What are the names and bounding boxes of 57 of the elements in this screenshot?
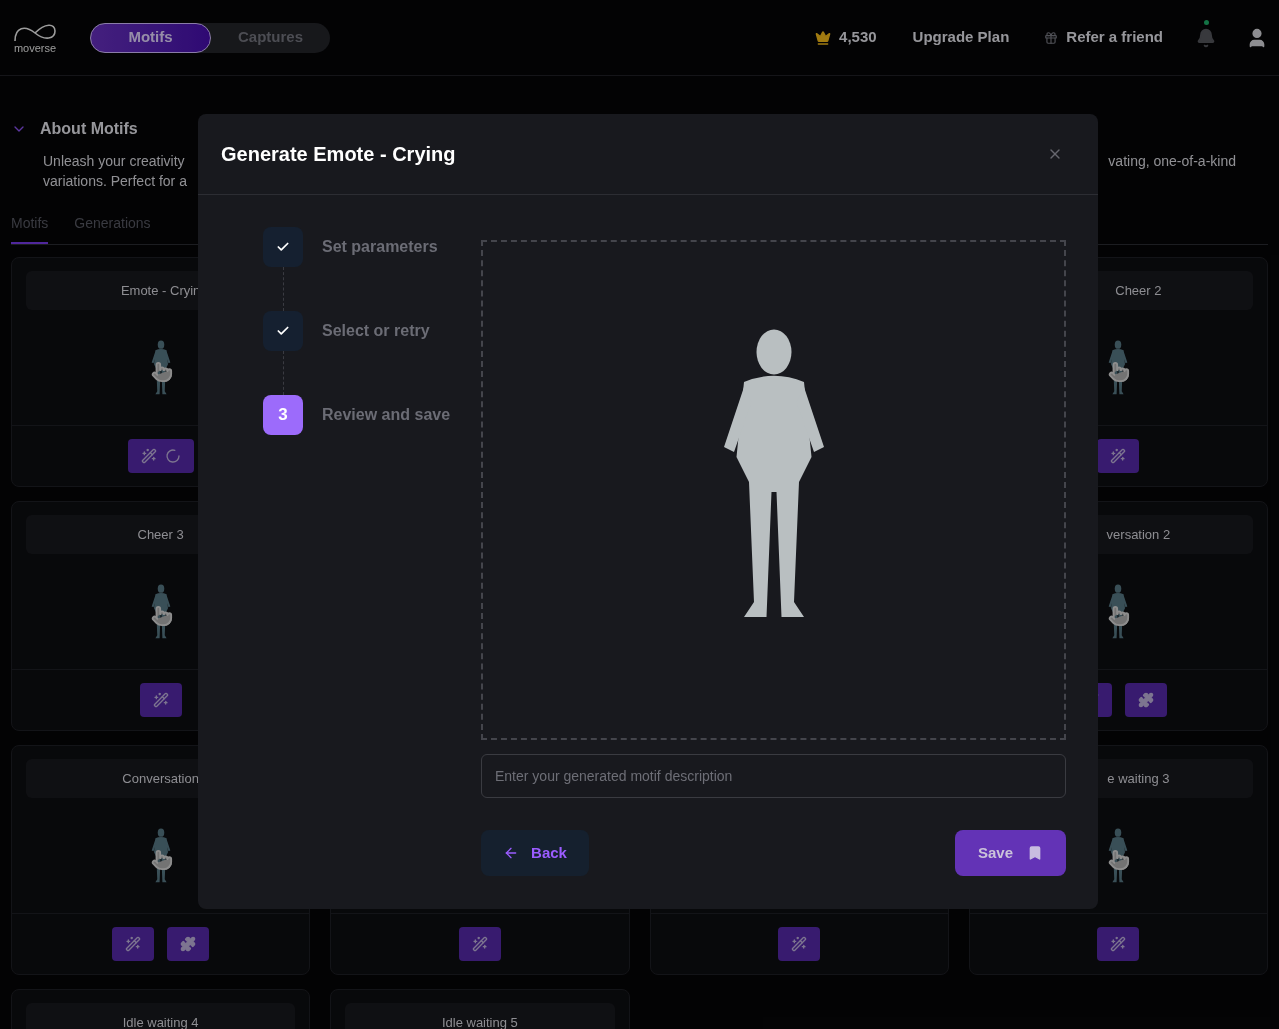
card-title: versation 2: [1106, 526, 1171, 543]
hand-pointer-icon: [150, 848, 173, 871]
hand-pointer-icon: [1108, 604, 1131, 627]
magic-wand-icon: [125, 936, 142, 952]
hand-pointer-icon: [150, 360, 173, 383]
puzzle-icon: [1137, 692, 1154, 708]
gift-icon: [1044, 30, 1059, 45]
about-title: About Motifs: [40, 119, 138, 139]
magic-wand-icon: [152, 692, 169, 708]
magic-wand-icon: [471, 936, 488, 952]
card-action-button[interactable]: [167, 927, 210, 961]
hand-pointer-icon: [1108, 848, 1131, 871]
card-action-button[interactable]: [1124, 683, 1167, 717]
upgrade-plan-link[interactable]: Upgrade Plan: [912, 26, 1010, 49]
card-title: Idle waiting 5: [441, 1014, 518, 1029]
save-button[interactable]: Save: [955, 830, 1066, 876]
dialog-title: Generate Emote - Crying: [221, 142, 456, 167]
magic-wand-icon: [140, 448, 157, 464]
card-action-button[interactable]: [778, 927, 821, 961]
puzzle-icon: [180, 936, 197, 952]
description-text: vating, one-of-a-kind: [1108, 152, 1236, 171]
card-action-button[interactable]: [127, 439, 194, 473]
mode-tab[interactable]: Motifs: [90, 22, 211, 53]
refer-friend-link[interactable]: Refer a friend: [1066, 26, 1163, 49]
card-action-button[interactable]: [112, 927, 155, 961]
card-action-button[interactable]: [458, 927, 501, 961]
hand-pointer-icon: [1108, 360, 1131, 383]
magic-wand-icon: [1110, 448, 1127, 464]
magic-wand-icon: [1110, 936, 1127, 952]
step-label: Select or retry: [322, 321, 430, 341]
credits-count: 4,530: [839, 27, 877, 48]
description-text: Unleash your creativity: [43, 152, 186, 171]
loading-spinner-icon: [164, 448, 181, 464]
step-number: 3: [278, 404, 288, 427]
logo-icon: [11, 21, 59, 43]
card-action-button[interactable]: [139, 683, 182, 717]
card-title: Cheer 3: [137, 526, 184, 543]
card-title: Cheer 2: [1115, 282, 1162, 299]
description-text: variations. Perfect for a: [43, 172, 187, 191]
bookmark-icon: [1027, 845, 1043, 861]
card-action-button[interactable]: [1097, 439, 1140, 473]
motif-card[interactable]: Idle waiting 4: [11, 989, 311, 1029]
step-label: Review and save: [322, 405, 451, 425]
description-field[interactable]: Enter your generated motif description: [481, 754, 1066, 798]
step-label: Set parameters: [322, 237, 438, 257]
logo-text: moverse: [13, 43, 57, 54]
check-icon: [276, 324, 290, 338]
back-button[interactable]: Back: [481, 830, 589, 876]
card-action-button[interactable]: [1097, 927, 1140, 961]
card-title: Idle waiting 4: [122, 1014, 199, 1029]
card-title: e waiting 3: [1107, 770, 1170, 787]
crown-icon: [815, 29, 832, 46]
card-title: Conversation: [122, 770, 199, 787]
motif-card[interactable]: Idle waiting 5: [330, 989, 630, 1029]
magic-wand-icon: [791, 936, 808, 952]
hand-pointer-icon: [150, 604, 173, 627]
check-icon: [276, 240, 290, 254]
